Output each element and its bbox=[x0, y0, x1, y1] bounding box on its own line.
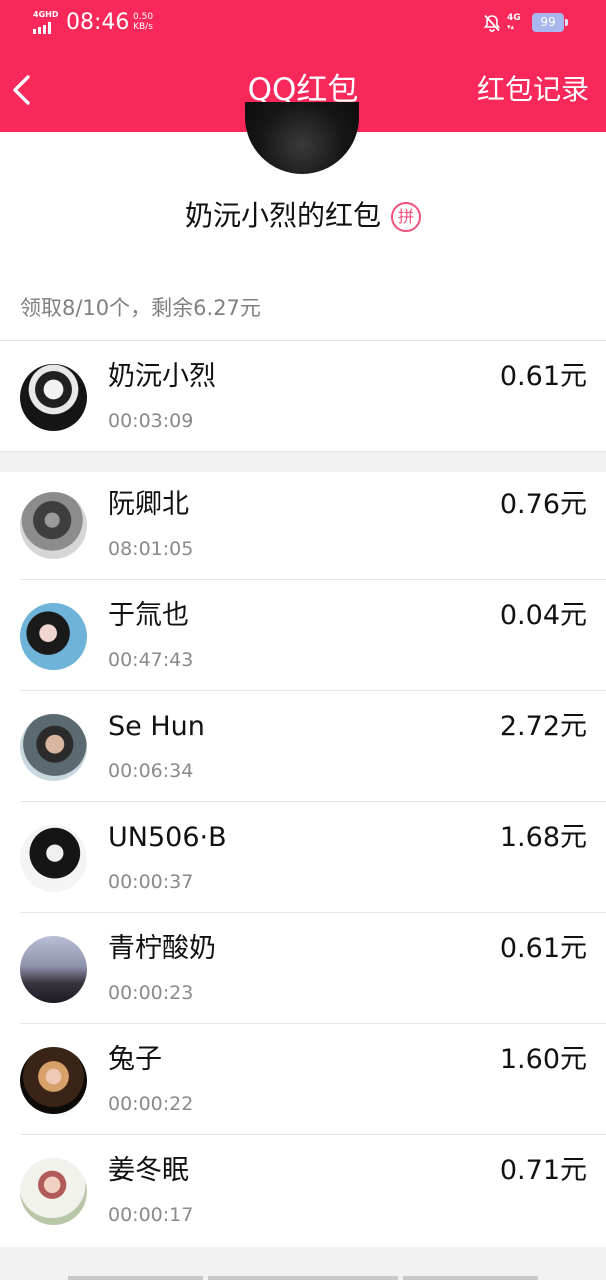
claim-time: 00:06:34 bbox=[108, 760, 194, 782]
claimer-name: 奶沅小烈 bbox=[108, 361, 216, 392]
claim-row[interactable]: 姜冬眠 00:00:17 0.71元 bbox=[0, 1135, 606, 1246]
status-bar: 4GHD 08:46 0.50 KB/s 4G ▾▴ 99 bbox=[0, 0, 606, 48]
pin-badge: 拼 bbox=[391, 202, 421, 232]
avatar[interactable] bbox=[20, 492, 87, 559]
claimer-name: 姜冬眠 bbox=[108, 1155, 189, 1186]
claim-time: 00:00:23 bbox=[108, 982, 194, 1004]
claim-amount: 0.61元 bbox=[499, 933, 587, 964]
cellular-signal-icon: 4GHD bbox=[33, 10, 59, 34]
net-type: 4G bbox=[507, 13, 521, 23]
claim-time: 08:01:05 bbox=[108, 538, 194, 560]
claim-row[interactable]: 青柠酸奶 00:00:23 0.61元 bbox=[0, 913, 606, 1024]
claim-amount: 1.68元 bbox=[499, 822, 587, 853]
avatar[interactable] bbox=[20, 1158, 87, 1225]
battery-icon: 99 bbox=[532, 13, 568, 32]
red-packet-records-link[interactable]: 红包记录 bbox=[477, 68, 589, 112]
claim-amount: 0.76元 bbox=[499, 489, 587, 520]
sender-avatar[interactable] bbox=[245, 102, 359, 174]
battery-level: 99 bbox=[540, 15, 556, 29]
avatar[interactable] bbox=[20, 1047, 87, 1114]
claim-row[interactable]: UN506·B 00:00:37 1.68元 bbox=[0, 802, 606, 913]
claim-amount: 2.72元 bbox=[499, 711, 587, 742]
claimer-name: 兔子 bbox=[108, 1044, 162, 1075]
claim-time: 00:00:37 bbox=[108, 871, 194, 893]
avatar[interactable] bbox=[20, 825, 87, 892]
status-time: 08:46 bbox=[66, 10, 130, 35]
mute-bell-icon bbox=[483, 14, 501, 32]
claimer-name: 阮卿北 bbox=[108, 489, 189, 520]
network-speed: 0.50 KB/s bbox=[133, 12, 153, 32]
speed-unit: KB/s bbox=[133, 22, 153, 32]
avatar[interactable] bbox=[20, 603, 87, 670]
claim-amount: 0.04元 bbox=[499, 600, 587, 631]
signal-4g-icon: 4G ▾▴ bbox=[507, 13, 521, 31]
claim-amount: 0.61元 bbox=[499, 361, 587, 392]
claimer-name: UN506·B bbox=[108, 822, 227, 853]
claim-row[interactable]: Se Hun 00:06:34 2.72元 bbox=[0, 691, 606, 802]
claim-row[interactable]: 于氚也 00:47:43 0.04元 bbox=[0, 580, 606, 691]
claim-amount: 0.71元 bbox=[499, 1155, 587, 1186]
claim-time: 00:00:22 bbox=[108, 1093, 194, 1115]
claim-time: 00:03:09 bbox=[108, 410, 194, 432]
claimer-name: 于氚也 bbox=[108, 600, 189, 631]
speed-value: 0.50 bbox=[133, 12, 154, 22]
claim-row[interactable]: 奶沅小烈 00:03:09 0.61元 bbox=[0, 341, 606, 452]
avatar[interactable] bbox=[20, 936, 87, 1003]
claim-amount: 1.60元 bbox=[499, 1044, 587, 1075]
claim-row[interactable]: 兔子 00:00:22 1.60元 bbox=[0, 1024, 606, 1135]
network-label: 4GHD bbox=[33, 10, 59, 19]
avatar[interactable] bbox=[20, 364, 87, 431]
claim-summary: 领取8/10个，剩余6.27元 bbox=[20, 296, 261, 320]
claim-row[interactable]: 阮卿北 08:01:05 0.76元 bbox=[0, 469, 606, 580]
claimer-name: Se Hun bbox=[108, 711, 205, 742]
claim-time: 00:47:43 bbox=[108, 649, 194, 671]
claimer-name: 青柠酸奶 bbox=[108, 933, 216, 964]
claim-time: 00:00:17 bbox=[108, 1204, 194, 1226]
sender-header: 奶沅小烈的红包拼 bbox=[0, 194, 606, 238]
avatar[interactable] bbox=[20, 714, 87, 781]
bottom-area bbox=[0, 1247, 606, 1280]
sender-name: 奶沅小烈的红包 bbox=[184, 199, 381, 232]
